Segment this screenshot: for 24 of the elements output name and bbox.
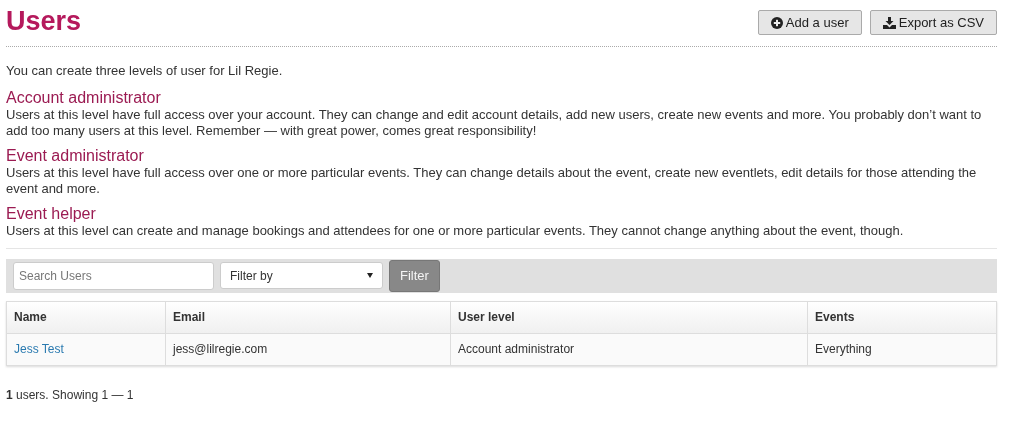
level-heading: Account administrator [6,87,162,107]
level-description: Users at this level can create and manage bookings and attendees for one or more particular events. They cannot change anything about the event, though. [6,222,905,239]
column-header: Events [807,301,997,333]
dropdown-caret-icon [367,273,373,278]
column-header: User level [450,301,808,333]
search-field[interactable]: Search Users [13,261,214,290]
plus-circle-icon [770,16,783,29]
level-heading: Event administrator [6,145,145,165]
download-icon [882,16,896,29]
column-header: Email [165,301,451,333]
level-description: Users at this level have full access over your account. They can change and edit account details, add new users, create new events and more. You probably don’t want to add too many users at this level. Remember — with great power, comes great responsibility! [6,106,983,139]
level-description: Users at this level have full access over one or more particular events. They can change details about the event, create new eventlets, edit details for those attending the event and more. [6,164,978,197]
table-cell: Everything [807,333,997,365]
results-summary: 1 users. Showing 1 — 1 [6,386,135,404]
filter-select[interactable]: Filter by [220,262,383,289]
level-heading: Event helper [6,203,97,223]
column-header: Name [6,301,166,333]
intro-text: You can create three levels of user for Lil Regie. [6,62,284,80]
table-cell: Account administrator [450,333,808,365]
add-user-button[interactable]: Add a user [757,10,862,35]
export-button[interactable]: Export as CSV [869,10,997,35]
page-title: Users [6,6,82,36]
user-name-link[interactable]: Jess Test [14,342,64,356]
table-cell: jess@lilregie.com [165,333,451,365]
